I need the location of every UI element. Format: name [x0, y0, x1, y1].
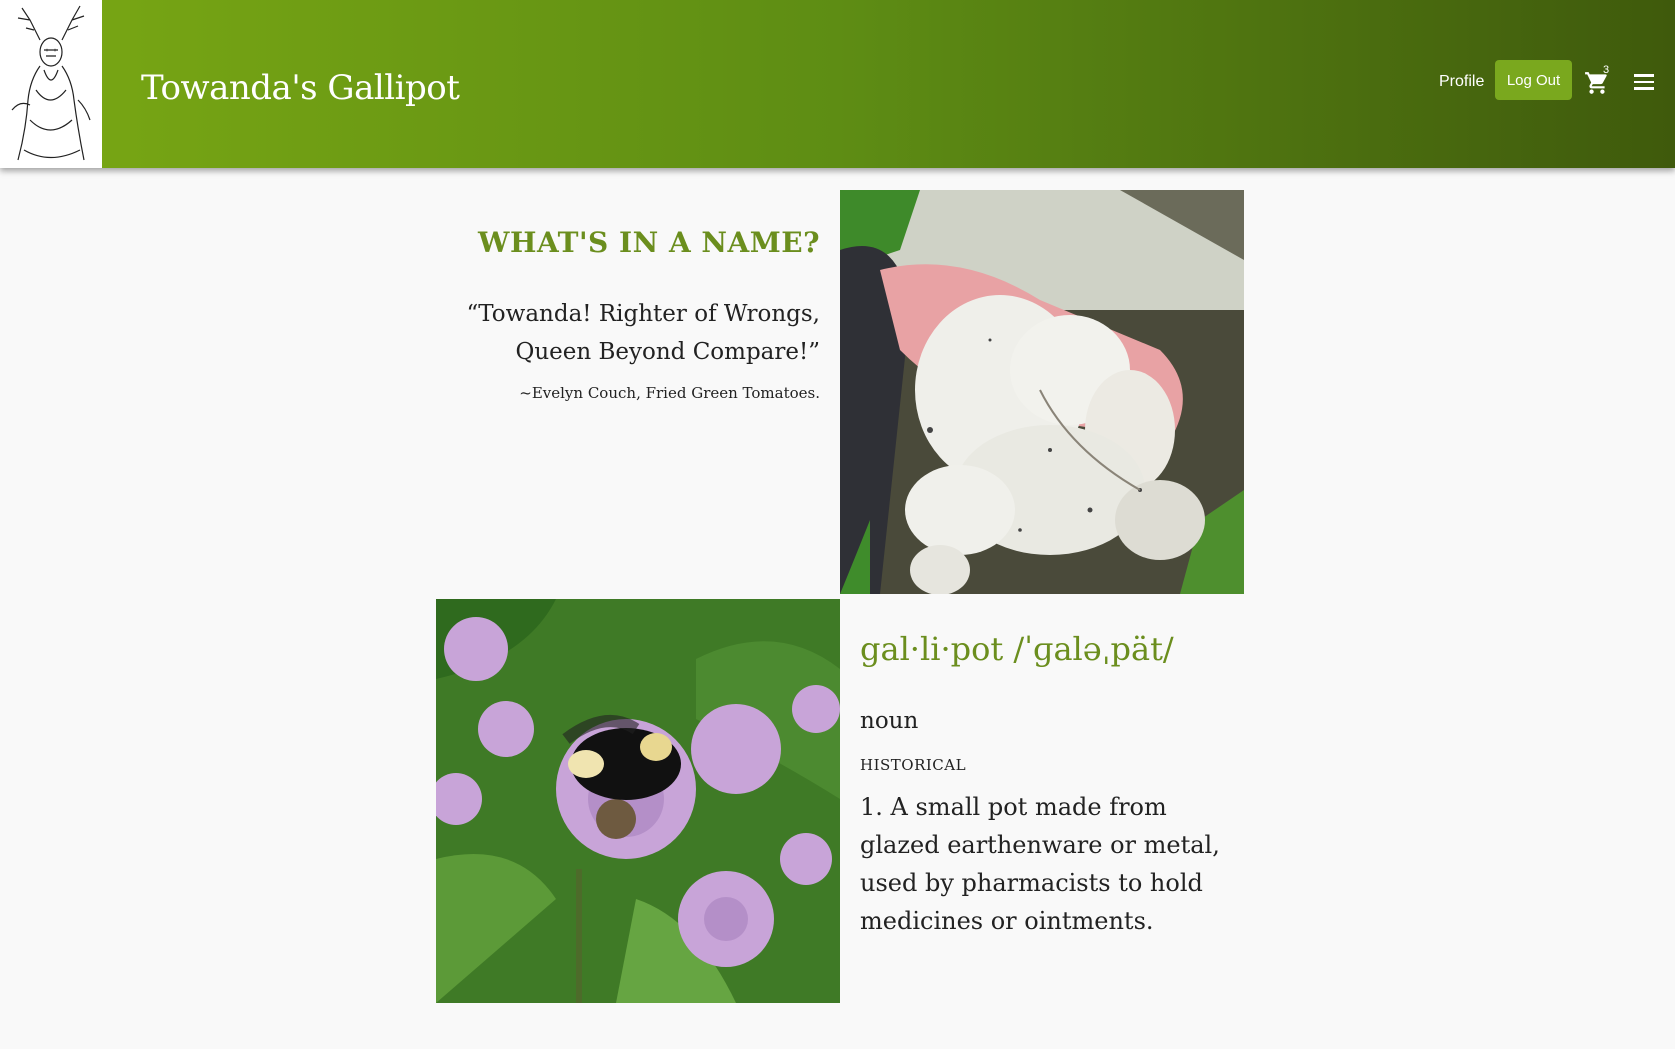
quote-line-2: Queen Beyond Compare!”: [515, 339, 820, 365]
site-brand[interactable]: Towanda's Gallipot: [141, 68, 460, 108]
definition-text: 1. A small pot made from glazed earthenw…: [860, 793, 1220, 935]
logout-button[interactable]: Log Out: [1495, 60, 1572, 100]
quote-line-1: “Towanda! Righter of Wrongs,: [466, 301, 820, 327]
logo-link[interactable]: [0, 0, 102, 168]
shopping-cart-icon[interactable]: [1584, 70, 1614, 98]
about-quote: “Towanda! Righter of Wrongs, Queen Beyon…: [440, 295, 820, 371]
bee-on-flower-photo: [436, 599, 840, 1003]
usage-label: HISTORICAL: [860, 756, 967, 774]
part-of-speech: noun: [860, 708, 919, 734]
hamburger-menu-icon[interactable]: [1634, 74, 1654, 92]
definition-word: gal·li·pot /ˈɡaləˌpät/: [860, 630, 1174, 668]
quote-citation: ~Evelyn Couch, Fried Green Tomatoes.: [519, 384, 820, 402]
mushroom-photo: [840, 190, 1244, 594]
antlered-figure-logo-icon: [0, 0, 102, 168]
profile-link[interactable]: Profile: [1439, 73, 1484, 91]
site-header: Towanda's Gallipot Profile Log Out 3: [0, 0, 1675, 168]
cart-count-badge: 3: [1603, 64, 1610, 76]
about-heading: WHAT'S IN A NAME?: [478, 226, 820, 259]
